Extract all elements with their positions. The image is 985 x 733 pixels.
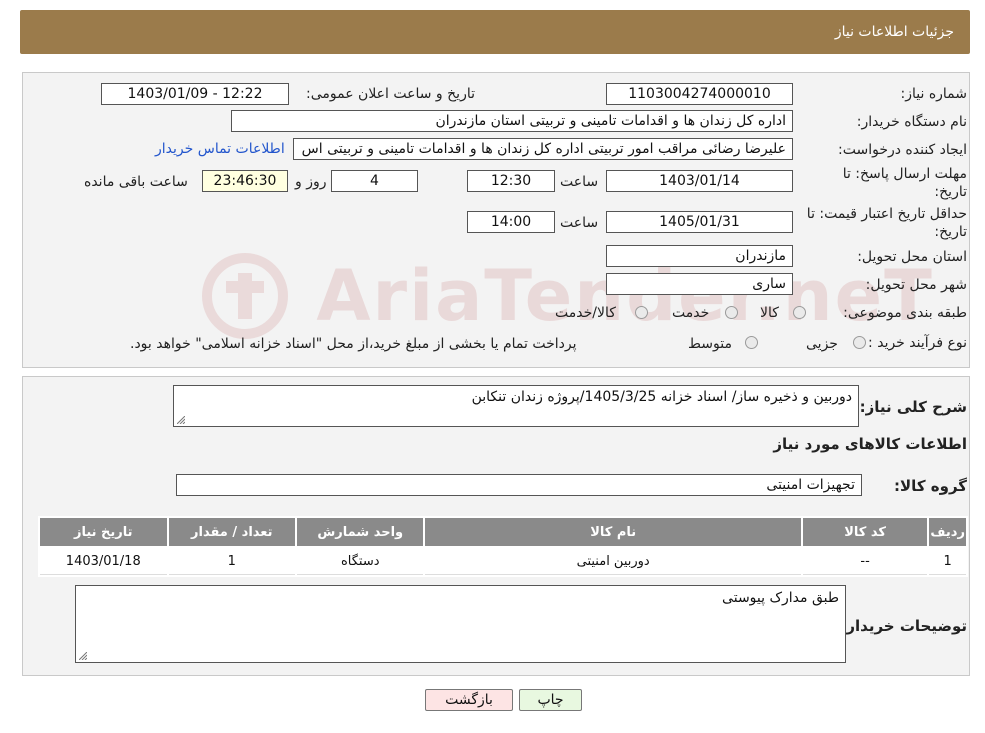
goods-group-label: گروه کالا: <box>894 477 967 495</box>
category-goods-service-radio[interactable] <box>635 306 648 319</box>
validity-label: حداقل تاریخ اعتبار قیمت: تا <box>806 206 967 222</box>
back-button[interactable]: بازگشت <box>425 689 513 711</box>
summary-label: شرح کلی نیاز: <box>859 398 967 416</box>
buyer-notes-text: طبق مدارک پیوستی <box>722 590 839 606</box>
process-note: پرداخت تمام یا بخشی از مبلغ خرید،از محل … <box>130 336 577 352</box>
page-title: جزئیات اطلاعات نیاز <box>834 24 954 40</box>
remaining-time-field: 23:46:30 <box>202 170 288 192</box>
cell-code: -- <box>802 548 928 575</box>
validity-time-label: ساعت <box>560 215 599 231</box>
category-goods-service-label: کالا/خدمت <box>555 305 616 321</box>
process-minor-radio[interactable] <box>853 336 866 349</box>
remaining-label: ساعت باقی مانده <box>84 174 188 190</box>
process-medium-radio[interactable] <box>745 336 758 349</box>
need-number-field: 1103004274000010 <box>606 83 793 105</box>
need-number-label: شماره نیاز: <box>900 86 968 102</box>
category-goods-label: کالا <box>760 305 779 321</box>
page-header: جزئیات اطلاعات نیاز <box>20 10 970 54</box>
validity-date-field: 1405/01/31 <box>606 211 793 233</box>
items-table-wrap: ردیف کد کالا نام کالا واحد شمارش تعداد /… <box>38 516 968 577</box>
category-service-label: خدمت <box>672 305 710 321</box>
category-service-radio[interactable] <box>725 306 738 319</box>
announce-field: 1403/01/09 - 12:22 <box>101 83 289 105</box>
creator-field: علیرضا رضائی مراقب امور تربیتی اداره کل … <box>293 138 793 160</box>
process-minor-label: جزیی <box>806 336 838 352</box>
items-table-header: ردیف کد کالا نام کالا واحد شمارش تعداد /… <box>40 518 966 546</box>
cell-unit: دستگاه <box>297 548 424 575</box>
province-label: استان محل تحویل: <box>857 249 967 265</box>
col-qty: تعداد / مقدار <box>168 518 295 546</box>
province-field: مازندران <box>606 245 793 267</box>
process-medium-label: متوسط <box>688 336 732 352</box>
items-table: ردیف کد کالا نام کالا واحد شمارش تعداد /… <box>38 516 968 577</box>
goods-info-title: اطلاعات کالاهای مورد نیاز <box>773 435 967 453</box>
col-name: نام کالا <box>425 518 801 546</box>
buyer-notes-field: طبق مدارک پیوستی <box>75 585 846 663</box>
deadline-time-field: 12:30 <box>467 170 555 192</box>
validity-label-date: تاریخ: <box>934 224 967 240</box>
watermark: AriaTender.neT <box>200 250 934 341</box>
buyer-notes-label: توضیحات خریدار: <box>840 617 967 635</box>
category-label: طبقه بندی موضوعی: <box>843 305 967 321</box>
col-row: ردیف <box>929 518 966 546</box>
days-field: 4 <box>331 170 418 192</box>
deadline-label: مهلت ارسال پاسخ: تا <box>842 166 967 182</box>
print-button[interactable]: چاپ <box>519 689 582 711</box>
cell-row: 1 <box>929 548 966 575</box>
buyer-contact-link[interactable]: اطلاعات تماس خریدار <box>155 141 285 157</box>
creator-label: ایجاد کننده درخواست: <box>838 142 967 158</box>
city-label: شهر محل تحویل: <box>865 277 967 293</box>
deadline-label-date: تاریخ: <box>934 184 967 200</box>
watermark-text: AriaTender.neT <box>316 254 934 337</box>
summary-field: دوربین و ذخیره ساز/ اسناد خزانه 1405/3/2… <box>173 385 859 427</box>
cell-date: 1403/01/18 <box>40 548 167 575</box>
watermark-logo-icon <box>202 252 288 339</box>
cell-name: دوربین امنیتی <box>425 548 801 575</box>
col-unit: واحد شمارش <box>297 518 424 546</box>
days-label: روز و <box>295 174 327 190</box>
col-code: کد کالا <box>802 518 928 546</box>
buyer-org-label: نام دستگاه خریدار: <box>856 114 967 130</box>
col-date: تاریخ نیاز <box>40 518 167 546</box>
announce-label: تاریخ و ساعت اعلان عمومی: <box>306 86 475 102</box>
table-row: 1 -- دوربین امنیتی دستگاه 1 1403/01/18 <box>40 548 966 575</box>
city-field: ساری <box>606 273 793 295</box>
cell-qty: 1 <box>168 548 295 575</box>
category-goods-radio[interactable] <box>793 306 806 319</box>
buyer-org-field: اداره کل زندان ها و اقدامات تامینی و ترب… <box>231 110 793 132</box>
resize-grip-icon[interactable] <box>79 652 87 660</box>
summary-text: دوربین و ذخیره ساز/ اسناد خزانه 1405/3/2… <box>471 389 852 405</box>
deadline-time-label: ساعت <box>560 174 599 190</box>
goods-group-field: تجهیزات امنیتی <box>176 474 862 496</box>
resize-grip-icon[interactable] <box>177 416 185 424</box>
process-label: نوع فرآیند خرید : <box>868 335 967 351</box>
validity-time-field: 14:00 <box>467 211 555 233</box>
deadline-date-field: 1403/01/14 <box>606 170 793 192</box>
